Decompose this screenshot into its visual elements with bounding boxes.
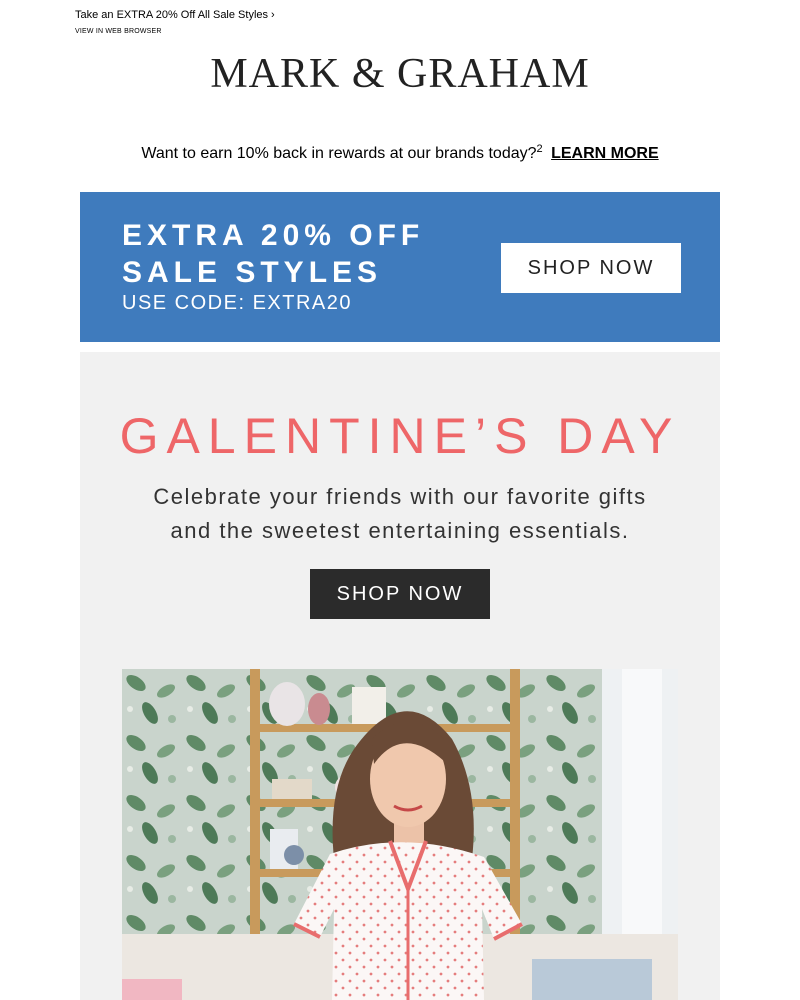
promo-shop-now-button[interactable]: SHOP NOW xyxy=(501,243,681,293)
preheader: Take an EXTRA 20% Off All Sale Styles › … xyxy=(75,9,275,35)
promo-line-2: SALE STYLES xyxy=(122,256,383,289)
hero-subtitle-line-2: and the sweetest entertaining essentials… xyxy=(170,518,630,543)
learn-more-link[interactable]: LEARN MORE xyxy=(551,145,659,162)
sale-promo-banner[interactable]: EXTRA 20% OFF SALE STYLES USE CODE: EXTR… xyxy=(80,192,720,342)
sale-offer-link[interactable]: Take an EXTRA 20% Off All Sale Styles › xyxy=(75,9,275,22)
promo-headline: EXTRA 20% OFF SALE STYLES xyxy=(122,217,424,291)
hero-subtitle: Celebrate your friends with our favorite… xyxy=(80,480,720,548)
hero-subtitle-line-1: Celebrate your friends with our favorite… xyxy=(153,484,647,509)
brand-logo[interactable]: MARK & GRAHAM xyxy=(0,50,800,98)
hero-photo[interactable] xyxy=(122,669,678,1000)
galentines-hero: GALENTINE’S DAY Celebrate your friends w… xyxy=(80,352,720,1000)
hero-shop-now-button[interactable]: SHOP NOW xyxy=(310,569,490,619)
promo-line-1: EXTRA 20% OFF xyxy=(122,219,425,252)
view-in-browser-link[interactable]: VIEW IN WEB BROWSER xyxy=(75,28,275,35)
hero-title: GALENTINE’S DAY xyxy=(119,408,681,464)
promo-code: USE CODE: EXTRA20 xyxy=(122,292,353,314)
rewards-text: Want to earn 10% back in rewards at our … xyxy=(141,145,537,162)
rewards-banner: Want to earn 10% back in rewards at our … xyxy=(0,143,800,163)
rewards-footnote: 2 xyxy=(536,143,543,155)
